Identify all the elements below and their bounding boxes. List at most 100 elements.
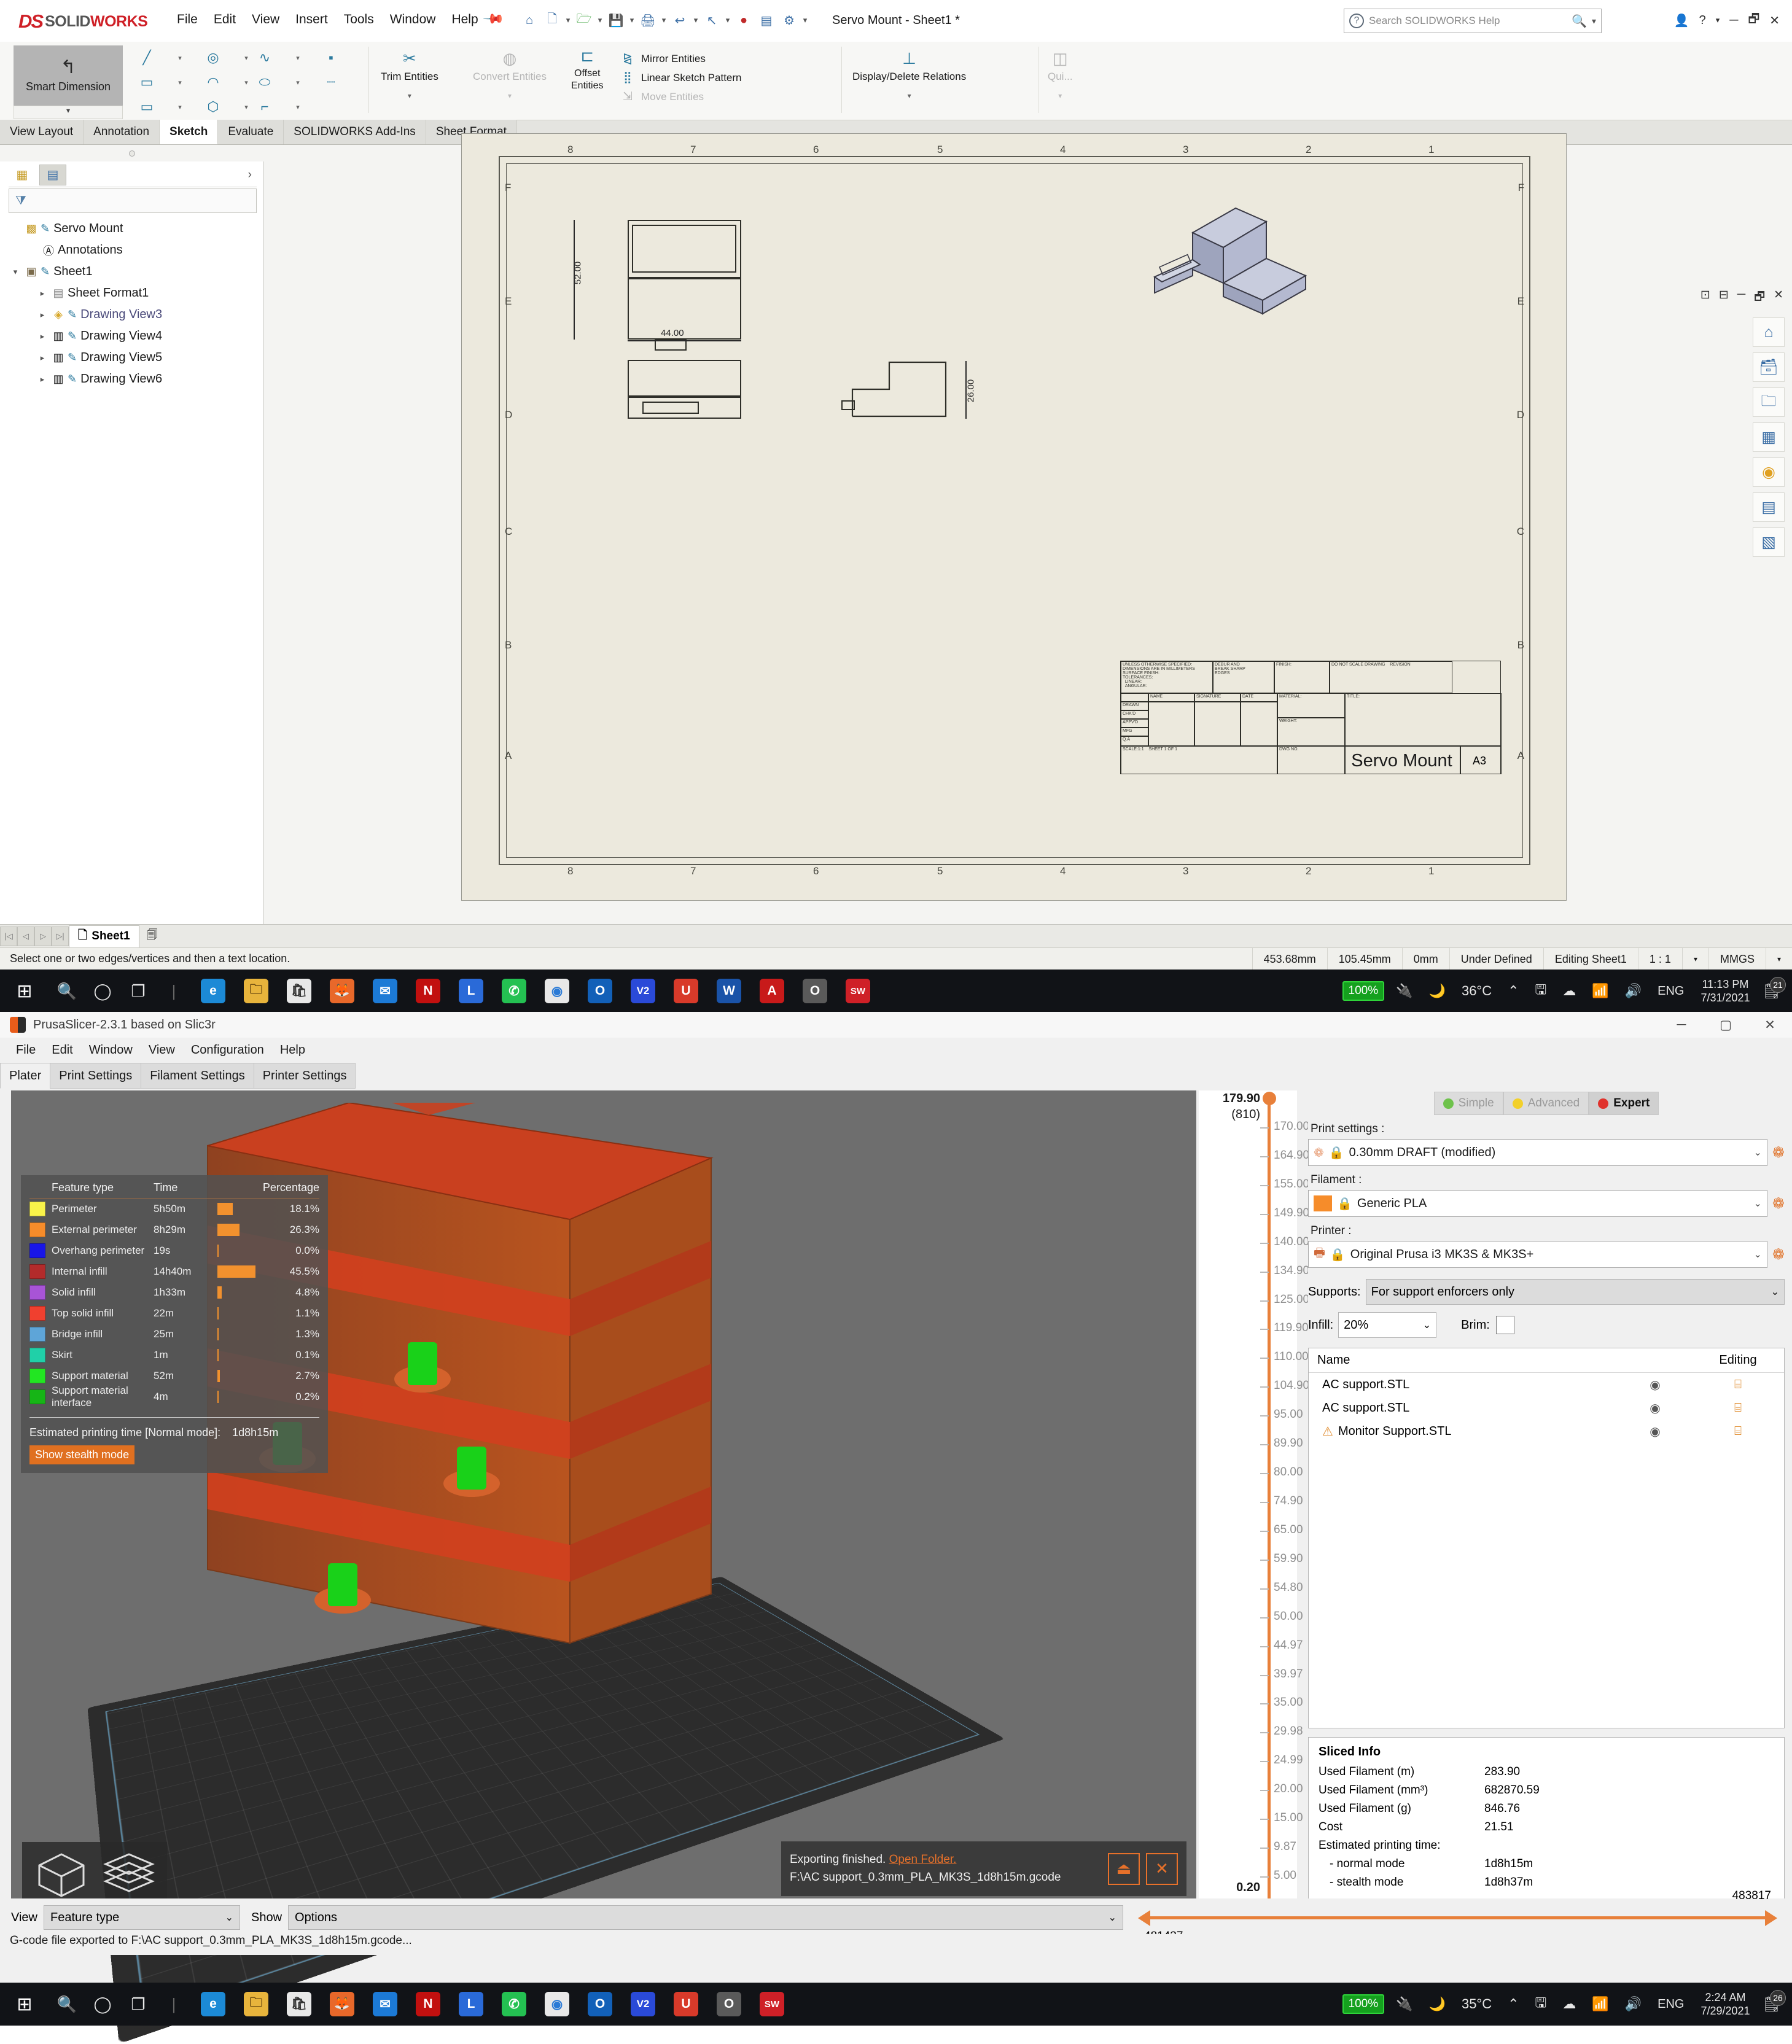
clock[interactable]: 2:24 AM 7/29/2021 <box>1692 1991 1758 2018</box>
menu-file[interactable]: File <box>16 1043 36 1057</box>
offset-entities-button[interactable]: ⊏ Offset Entities <box>571 47 603 91</box>
object-name-cell[interactable]: AC support.STL <box>1309 1401 1618 1415</box>
tree-item-drawing-view5[interactable]: ▸▥✎Drawing View5 <box>9 347 260 368</box>
battery-indicator[interactable]: 100% <box>1342 1994 1385 2014</box>
polygon-icon[interactable]: ⬡ <box>197 99 230 115</box>
moves-slider[interactable]: 481437 483817 <box>1138 1905 1777 1930</box>
taskbar-app-edge[interactable]: e <box>192 1983 235 2026</box>
point-icon[interactable]: ▪ <box>314 50 348 66</box>
object-name-cell[interactable]: AC support.STL <box>1309 1378 1618 1392</box>
close-doc-icon[interactable]: ✕ <box>1774 288 1783 308</box>
mode-simple-button[interactable]: Simple <box>1434 1092 1503 1115</box>
chevron-right-icon[interactable]: › <box>248 168 252 182</box>
taskbar-app-firefox[interactable]: 🦊 <box>321 1983 364 2026</box>
object-rows[interactable]: AC support.STL◉⌸AC support.STL◉⌸⚠Monitor… <box>1309 1373 1784 1443</box>
taskbar-app-solidworks[interactable]: SW <box>836 970 879 1012</box>
eye-icon[interactable]: ◉ <box>1618 1377 1692 1393</box>
tree-item-servo-mount[interactable]: ▩✎Servo Mount <box>9 218 260 239</box>
mirror-entities-item[interactable]: ⧎Mirror Entities <box>620 52 741 66</box>
search-icon[interactable]: 🔍 <box>49 1995 85 2014</box>
printer-gear-icon[interactable]: ❁ <box>1772 1246 1785 1264</box>
sheet-tab-sheet1[interactable]: 🗋 Sheet1 <box>69 925 139 947</box>
sheet-tab-bar[interactable]: |◁ ◁ ▷ ▷| 🗋 Sheet1 🗐 <box>0 924 1792 947</box>
power-plug-icon[interactable]: 🔌 <box>1388 1996 1420 2012</box>
chevron-down-icon[interactable]: ▾ <box>1592 16 1596 26</box>
supports-row[interactable]: Supports: For support enforcers only ⌄ <box>1308 1279 1785 1305</box>
view-palette-icon[interactable]: ▦ <box>1753 422 1785 452</box>
drawing-task-pane[interactable]: ⌂ 🗃 🗀 ▦ ◉ ▤ ▧ <box>1753 317 1787 557</box>
battery-indicator[interactable]: 100% <box>1342 981 1385 1001</box>
taskbar-app-u[interactable]: U <box>664 1983 707 2026</box>
taskbar-app-explorer[interactable]: 🗀 <box>235 1983 278 2026</box>
edit-icon[interactable]: ⌸ <box>1692 1401 1784 1415</box>
taskbar-app-edge[interactable]: e <box>192 970 235 1012</box>
panel-collapse-handle[interactable] <box>0 146 264 161</box>
chevron-down-icon[interactable]: ▾ <box>908 91 911 100</box>
taskbar-app-firefox[interactable]: 🦊 <box>321 970 364 1012</box>
minimize-doc-icon[interactable]: ─ <box>1737 288 1745 308</box>
drawing-view-4-lower[interactable] <box>628 278 741 340</box>
open-folder-link[interactable]: Open Folder. <box>889 1853 957 1866</box>
tab-print-settings[interactable]: Print Settings <box>50 1063 141 1089</box>
prusaslicer-window-controls[interactable]: ─ ▢ ✕ <box>1659 1012 1792 1038</box>
filament-combo[interactable]: 🔒 Generic PLA ⌄ <box>1308 1190 1767 1217</box>
arc-icon[interactable]: ◠ <box>197 74 230 90</box>
infill-combo[interactable]: 20% ⌄ <box>1338 1312 1436 1338</box>
show-hidden-icons-icon[interactable]: ⌃ <box>1500 983 1527 999</box>
search-input[interactable]: Search SOLIDWORKS Help <box>1369 15 1567 27</box>
status-units-chevron[interactable]: ▾ <box>1766 948 1792 970</box>
eye-icon[interactable]: ◉ <box>1618 1401 1692 1416</box>
print-settings-row[interactable]: ❁ 🔒 0.30mm DRAFT (modified) ⌄ ❁ <box>1308 1139 1785 1166</box>
edit-icon[interactable]: ⌸ <box>1692 1424 1784 1439</box>
dimension-depth[interactable]: 26.00 <box>965 379 976 403</box>
status-units[interactable]: MMGS <box>1708 948 1766 970</box>
drawing-view-5-upper[interactable] <box>628 360 741 397</box>
taskbar-app-chrome[interactable]: ◉ <box>536 1983 579 2026</box>
expander-icon[interactable]: ▸ <box>36 310 49 320</box>
mode-advanced-button[interactable]: Advanced <box>1503 1092 1589 1115</box>
layer-slider[interactable]: 179.90 (810) 170.00164.90155.00149.90140… <box>1199 1090 1297 1924</box>
solidworks-forum-icon[interactable]: ▧ <box>1753 527 1785 557</box>
export-notification[interactable]: Exporting finished. Open Folder. F:\AC s… <box>781 1841 1186 1896</box>
appearances-icon[interactable]: ◉ <box>1753 457 1785 487</box>
object-name-cell[interactable]: ⚠Monitor Support.STL <box>1309 1424 1618 1439</box>
home-icon[interactable]: ⌂ <box>1753 317 1785 347</box>
line-icon[interactable]: ╱ <box>130 50 163 66</box>
windows-taskbar-bottom[interactable]: ⊞ 🔍 ◯ ❐ | e 🗀 🛍 🦊 ✉ N L ✆ ◉ O V2 U O SW … <box>0 1983 1792 2026</box>
preview-layers-view-icon[interactable] <box>101 1852 157 1902</box>
tree-item-drawing-view3[interactable]: ▸◈✎Drawing View3 <box>9 304 260 325</box>
taskbar-app-mail[interactable]: ✉ <box>364 970 407 1012</box>
account-icon[interactable]: 👤 <box>1674 13 1689 28</box>
add-sheet-button[interactable]: 🗐 <box>139 927 165 946</box>
tab-evaluate[interactable]: Evaluate <box>218 120 284 144</box>
tab-view-layout[interactable]: View Layout <box>0 120 84 144</box>
taskbar-app-netflix[interactable]: N <box>407 970 450 1012</box>
drawing-sheet[interactable]: F E D C B A F E D C B A 8 7 6 5 4 3 2 1 <box>461 133 1567 901</box>
printer-row[interactable]: 🖶 🔒 Original Prusa i3 MK3S & MK3S+ ⌄ ❁ <box>1308 1241 1785 1268</box>
feature-tree-tab-icon[interactable]: ▦ <box>9 165 36 185</box>
moon-icon[interactable]: 🌙 <box>1421 983 1454 999</box>
expander-icon[interactable]: ▸ <box>36 353 49 363</box>
chevron-down-icon[interactable]: ⌄ <box>1771 1286 1779 1298</box>
expander-icon[interactable]: ▸ <box>36 332 49 341</box>
taskbar-app-l[interactable]: L <box>450 1983 493 2026</box>
expander-icon[interactable]: ▸ <box>36 375 49 384</box>
object-row[interactable]: ⚠Monitor Support.STL◉⌸ <box>1309 1420 1784 1443</box>
cloud-icon[interactable]: ☁ <box>1554 1996 1584 2012</box>
taskbar-app-v2[interactable]: V2 <box>621 970 664 1012</box>
property-manager-tab-icon[interactable]: ▤ <box>39 165 66 185</box>
chevron-down-icon[interactable]: ⌄ <box>1423 1319 1431 1331</box>
language-indicator[interactable]: ENG <box>1650 984 1692 998</box>
sketch-tools-list[interactable]: ⧎Mirror Entities ⣿Linear Sketch Pattern … <box>620 52 741 104</box>
menu-window[interactable]: Window <box>89 1043 133 1057</box>
brim-checkbox[interactable] <box>1496 1316 1514 1334</box>
dimension-height[interactable]: 52.00 <box>572 262 583 285</box>
taskbar-app-solidworks[interactable]: SW <box>750 1983 793 2026</box>
prusaslicer-menubar[interactable]: File Edit Window View Configuration Help <box>0 1038 1792 1062</box>
language-indicator[interactable]: ENG <box>1650 1997 1692 2011</box>
show-stealth-mode-button[interactable]: Show stealth mode <box>29 1445 134 1464</box>
start-button-icon[interactable]: ⊞ <box>0 981 49 1002</box>
moves-slider-rail[interactable] <box>1150 1916 1765 1919</box>
minimize-icon[interactable]: ─ <box>1659 1012 1704 1038</box>
object-row[interactable]: AC support.STL◉⌸ <box>1309 1396 1784 1420</box>
